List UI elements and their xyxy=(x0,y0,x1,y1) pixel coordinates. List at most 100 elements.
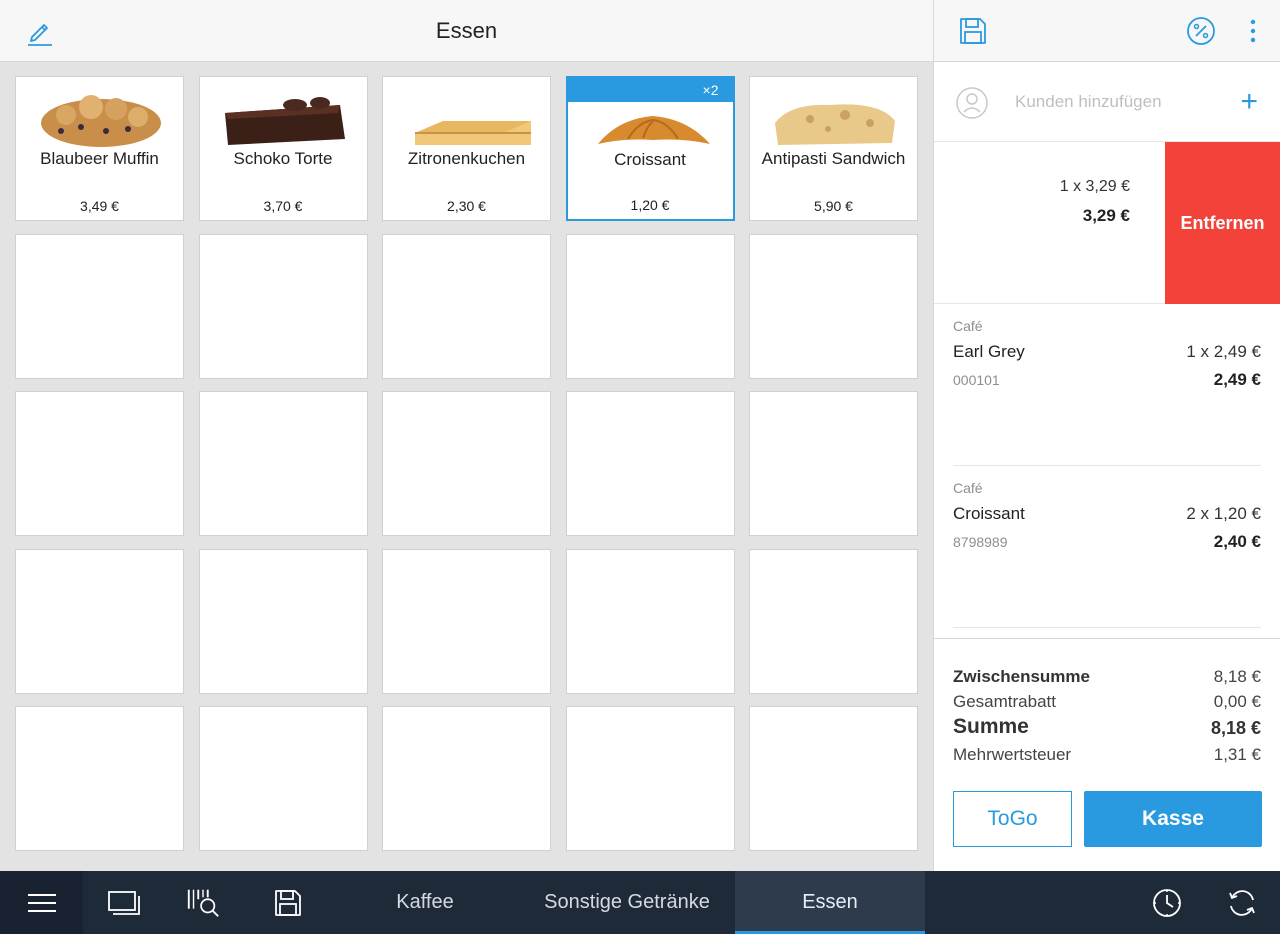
item-total: 3,29 € xyxy=(1082,206,1130,225)
tab-essen[interactable]: Essen xyxy=(735,871,925,934)
sum-label: Summe xyxy=(953,715,1029,738)
vat-label: Mehrwertsteuer xyxy=(953,745,1072,764)
discount-button[interactable] xyxy=(1184,14,1218,48)
product-grid: Blaubeer Muffin 3,49 € Schoko Torte 3,70… xyxy=(15,76,918,851)
floppy-disk-icon xyxy=(960,18,986,44)
empty-tile[interactable] xyxy=(382,391,551,536)
item-quantity-price: 1 x 3,29 € xyxy=(1059,178,1130,195)
product-name: Blaubeer Muffin xyxy=(40,149,159,168)
tab-sonstige-getraenke[interactable]: Sonstige Getränke xyxy=(520,871,734,934)
item-quantity-price: 2 x 1,20 € xyxy=(1186,504,1261,523)
empty-tile[interactable] xyxy=(565,233,735,379)
empty-tile[interactable] xyxy=(565,391,735,536)
item-name: Earl Grey xyxy=(953,342,1025,361)
product-price: 3,70 € xyxy=(263,198,303,214)
sync-button[interactable] xyxy=(1224,885,1260,921)
empty-tile[interactable] xyxy=(15,548,184,694)
plus-icon[interactable]: + xyxy=(1240,84,1258,120)
hamburger-menu-icon xyxy=(27,893,56,912)
cart-panel: Kunden hinzufügen + 1 x 3,29 € 3,29 € En… xyxy=(933,0,1280,871)
chocolate-cake-image xyxy=(224,97,345,145)
product-name: Zitronenkuchen xyxy=(407,149,526,168)
empty-tile[interactable] xyxy=(749,391,918,536)
product-tile-schoko-torte[interactable]: Schoko Torte 3,70 € xyxy=(198,76,368,221)
product-header: Essen xyxy=(0,0,933,62)
subtotal-row: Zwischensumme 8,18 € xyxy=(953,667,1261,687)
item-total: 2,40 € xyxy=(1213,532,1261,551)
product-price: 1,20 € xyxy=(630,197,670,213)
barcode-search-icon xyxy=(187,889,219,917)
menu-button[interactable] xyxy=(0,871,83,934)
product-tile-zitronenkuchen[interactable]: Zitronenkuchen 2,30 € xyxy=(382,76,551,221)
history-button[interactable] xyxy=(1149,885,1185,921)
empty-tile[interactable] xyxy=(198,233,368,379)
product-name: Croissant xyxy=(614,150,686,169)
muffin-image xyxy=(41,95,161,147)
product-panel: Essen Blaubeer Muffin 3,49 € Schoko Tort… xyxy=(0,0,933,871)
more-vertical-icon xyxy=(1250,19,1256,43)
item-total: 2,49 € xyxy=(1213,370,1261,389)
save-button[interactable] xyxy=(956,14,990,48)
checkout-button[interactable]: Kasse xyxy=(1084,791,1262,847)
togo-button[interactable]: ToGo xyxy=(953,791,1072,847)
empty-tile[interactable] xyxy=(198,548,368,694)
empty-tile[interactable] xyxy=(382,233,551,379)
item-category: Café xyxy=(953,318,983,334)
product-tile-blaubeer-muffin[interactable]: Blaubeer Muffin 3,49 € xyxy=(15,76,184,221)
sandwich-image xyxy=(775,104,895,145)
refresh-icon xyxy=(1229,890,1255,916)
lemon-cake-image xyxy=(415,121,531,145)
item-category: Café xyxy=(953,480,983,496)
windows-icon xyxy=(108,891,140,915)
clock-icon xyxy=(1153,889,1181,917)
subtotal-value: 8,18 € xyxy=(1213,667,1261,686)
remove-button[interactable]: Entfernen xyxy=(1165,142,1280,304)
vat-value: 1,31 € xyxy=(1213,745,1261,764)
product-price: 2,30 € xyxy=(447,198,486,214)
item-sku: 000101 xyxy=(953,372,1000,388)
item-quantity-price: 1 x 2,49 € xyxy=(1186,342,1261,361)
empty-tile[interactable] xyxy=(15,391,184,536)
item-name: Croissant xyxy=(953,504,1025,523)
product-search-button[interactable] xyxy=(185,885,221,921)
empty-tile[interactable] xyxy=(749,706,918,851)
sum-row: Summe 8,18 € xyxy=(953,715,1261,739)
product-name: Schoko Torte xyxy=(233,149,333,168)
more-options-button[interactable] xyxy=(1236,14,1270,48)
empty-tile[interactable] xyxy=(565,706,735,851)
add-customer-row[interactable]: Kunden hinzufügen + xyxy=(934,62,1280,142)
empty-tile[interactable] xyxy=(382,706,551,851)
tables-button[interactable] xyxy=(105,885,141,921)
customer-avatar-icon xyxy=(956,87,988,119)
vat-row: Mehrwertsteuer 1,31 € xyxy=(953,745,1261,765)
empty-tile[interactable] xyxy=(565,548,735,694)
sum-value: 8,18 € xyxy=(1210,718,1261,738)
product-price: 5,90 € xyxy=(814,198,853,214)
page-title: Essen xyxy=(435,18,498,43)
empty-tile[interactable] xyxy=(15,706,184,851)
bottom-bar: Kaffee Sonstige Getränke Essen xyxy=(0,871,1280,934)
item-sku: 8798989 xyxy=(953,534,1008,550)
empty-tile[interactable] xyxy=(198,391,368,536)
cart-header xyxy=(934,0,1280,62)
empty-tile[interactable] xyxy=(15,233,184,379)
percent-icon xyxy=(1187,17,1215,45)
parked-orders-button[interactable] xyxy=(270,885,306,921)
discount-row: Gesamtrabatt 0,00 € xyxy=(953,692,1261,712)
empty-tile[interactable] xyxy=(382,548,551,694)
product-name: Antipasti Sandwich xyxy=(761,149,906,168)
product-tile-croissant[interactable]: ×2 Croissant 1,20 € xyxy=(565,76,735,221)
product-price: 3,49 € xyxy=(80,198,119,214)
subtotal-label: Zwischensumme xyxy=(953,667,1090,686)
empty-tile[interactable] xyxy=(749,233,918,379)
tab-kaffee[interactable]: Kaffee xyxy=(355,871,495,934)
empty-tile[interactable] xyxy=(749,548,918,694)
add-customer-label: Kunden hinzufügen xyxy=(1015,92,1162,111)
cart-item[interactable]: Café Croissant 8798989 2 x 1,20 € 2,40 € xyxy=(953,466,1261,628)
cart-item[interactable]: Café Earl Grey 000101 1 x 2,49 € 2,49 € xyxy=(953,304,1261,466)
product-tile-antipasti-sandwich[interactable]: Antipasti Sandwich 5,90 € xyxy=(749,76,918,221)
cart-item-swiped[interactable]: 1 x 3,29 € 3,29 € Entfernen xyxy=(934,142,1280,304)
totals-panel: Zwischensumme 8,18 € Gesamtrabatt 0,00 €… xyxy=(934,638,1280,871)
discount-value: 0,00 € xyxy=(1213,692,1261,711)
empty-tile[interactable] xyxy=(198,706,368,851)
